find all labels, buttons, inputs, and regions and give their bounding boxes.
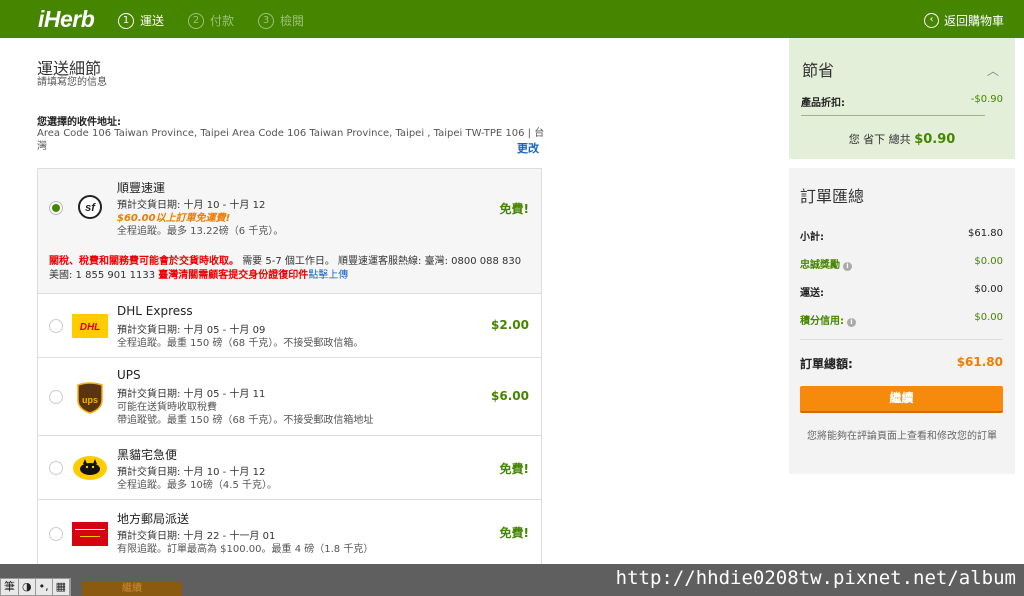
ime-toolbar: 筆 ◑ •, ▦	[0, 578, 72, 596]
chevron-up-icon[interactable]: ︿	[987, 62, 999, 79]
option-price: $2.00	[491, 318, 529, 332]
top-bar: iHerb 1 運送 2 付款 3 檢閱 ‹ 返回購物車	[0, 0, 1024, 38]
option-detail: 全程追蹤。最重 150 磅（68 千克）。不接受郵政信箱。	[117, 338, 364, 349]
total-savings-value: $0.90	[914, 132, 956, 147]
svg-text:sf: sf	[85, 202, 96, 214]
chevron-left-icon: ‹	[923, 13, 939, 28]
option-price: 免費!	[499, 202, 529, 216]
step-review-label: 檢閱	[280, 14, 305, 28]
summary-title: 訂單匯總	[800, 187, 865, 206]
dhl-logo-icon: DHL	[72, 313, 108, 339]
globalmail-logo-icon	[72, 521, 108, 547]
option-name: 順豐速運	[117, 181, 166, 195]
shipping-option-blackcat[interactable]: 黑貓宅急便 預計交貨日期: 十月 10 - 十月 12 全程追蹤。最多 10磅（…	[38, 436, 541, 500]
shipping-option-local-post[interactable]: 地方郵局派送 預計交貨日期: 十月 22 - 十一月 01 有限追蹤。訂單最高為…	[38, 500, 541, 568]
shipping-options: sf 順豐速運 預計交貨日期: 十月 10 - 十月 12 $60.00以上訂單…	[37, 168, 542, 568]
subtotal-value: $61.80	[968, 228, 1003, 239]
credit-label: 積分信用:	[800, 316, 844, 327]
option-name: 黑貓宅急便	[117, 448, 178, 462]
order-total-label: 訂單總額:	[800, 357, 853, 371]
shipping-option-sf[interactable]: sf 順豐速運 預計交貨日期: 十月 10 - 十月 12 $60.00以上訂單…	[38, 169, 541, 294]
product-discount-label: 產品折扣:	[801, 98, 845, 109]
divider	[800, 339, 1003, 340]
continue-button[interactable]: 繼續	[800, 386, 1003, 413]
option-price: 免費!	[499, 462, 529, 476]
continue-button-partial[interactable]: 繼續	[82, 582, 182, 596]
sf-express-logo-icon: sf	[72, 194, 108, 220]
step-shipping: 1 運送	[118, 12, 164, 29]
step-payment-label: 付款	[210, 14, 235, 28]
radio-sf[interactable]	[49, 201, 63, 215]
order-total-value: $61.80	[956, 355, 1003, 369]
radio-local-post[interactable]	[49, 527, 63, 541]
customs-warning: 關稅、稅費和關務費可能會於交貨時收取。	[49, 256, 239, 267]
subtotal-label: 小計:	[800, 232, 824, 243]
savings-panel: 節省 ︿ 產品折扣: -$0.90 您 省下 總共 $0.90	[789, 38, 1015, 159]
order-summary-panel: 訂單匯總 小計: $61.80 忠誠獎勵 i $0.00 運送: $0.00 積分…	[789, 168, 1015, 474]
info-icon[interactable]: i	[847, 318, 856, 327]
ime-keyboard[interactable]: ▦	[53, 579, 71, 595]
radio-dhl[interactable]	[49, 319, 63, 333]
upload-link[interactable]: 點擊上傳	[308, 270, 348, 281]
option-detail: 有限追蹤。訂單最高為 $100.00。最重 4 磅（1.8 千克）	[117, 544, 374, 555]
option-note: 關稅、稅費和關務費可能會於交貨時收取。 需要 5-7 個工作日。 順豐速運客服熱…	[49, 255, 534, 283]
change-address-link[interactable]: 更改	[517, 140, 539, 156]
divider	[801, 115, 985, 116]
ups-logo-icon: ups	[72, 382, 108, 414]
ime-punct[interactable]: •,	[36, 579, 53, 595]
iherb-logo[interactable]: iHerb	[38, 6, 95, 33]
shipping-label: 運送:	[800, 288, 824, 299]
back-to-cart-link[interactable]: ‹ 返回購物車	[923, 12, 1004, 29]
id-requirement: 臺灣清關需顧客提交身份證復印件	[158, 270, 309, 281]
svg-text:DHL: DHL	[80, 322, 101, 333]
total-savings: 您 省下 總共 $0.90	[789, 131, 1015, 147]
step-payment: 2 付款	[188, 12, 234, 29]
option-price: 免費!	[499, 526, 529, 540]
ime-halfwidth[interactable]: ◑	[19, 579, 36, 595]
info-icon[interactable]: i	[843, 262, 852, 271]
address-label: 您選擇的收件地址:	[37, 117, 121, 128]
black-cat-logo-icon	[72, 455, 108, 481]
shipping-value: $0.00	[974, 284, 1003, 295]
option-detail: 全程追蹤。最多 13.22磅（6 千克）。	[117, 226, 284, 237]
total-savings-label: 您 省下 總共	[848, 133, 911, 146]
option-detail: 全程追蹤。最多 10磅（4.5 千克）。	[117, 480, 277, 491]
option-name: DHL Express	[117, 304, 193, 318]
address-text: Area Code 106 Taiwan Province, Taipei Ar…	[37, 128, 545, 152]
step-shipping-label: 運送	[140, 14, 165, 28]
savings-title: 節省	[802, 61, 835, 80]
option-detail: 帶追蹤號。最重 150 磅（68 千克）。不接受郵政信箱地址	[117, 415, 374, 426]
radio-blackcat[interactable]	[49, 461, 63, 475]
radio-ups[interactable]	[49, 390, 63, 404]
page-subtitle: 請填寫您的信息	[37, 77, 107, 88]
shipping-option-dhl[interactable]: DHL DHL Express 預計交貨日期: 十月 05 - 十月 09 全程…	[38, 294, 541, 358]
watermark: http://hhdie0208tw.pixnet.net/album	[615, 567, 1016, 589]
svg-text:ups: ups	[82, 395, 98, 405]
product-discount-value: -$0.90	[970, 94, 1003, 105]
credit-value: $0.00	[974, 312, 1003, 323]
back-to-cart-label: 返回購物車	[943, 14, 1004, 28]
step-review: 3 檢閱	[258, 12, 304, 29]
shipping-option-ups[interactable]: ups UPS 預計交貨日期: 十月 05 - 十月 11 可能在送貨時收取稅費…	[38, 358, 541, 436]
loyalty-label: 忠誠獎勵	[800, 260, 840, 271]
option-name: 地方郵局派送	[117, 512, 190, 526]
review-note: 您將能夠在評論頁面上查看和修改您的訂單	[807, 431, 997, 442]
option-price: $6.00	[491, 389, 529, 403]
option-name: UPS	[117, 368, 141, 382]
loyalty-value: $0.00	[974, 256, 1003, 267]
ime-mode[interactable]: 筆	[1, 579, 19, 595]
